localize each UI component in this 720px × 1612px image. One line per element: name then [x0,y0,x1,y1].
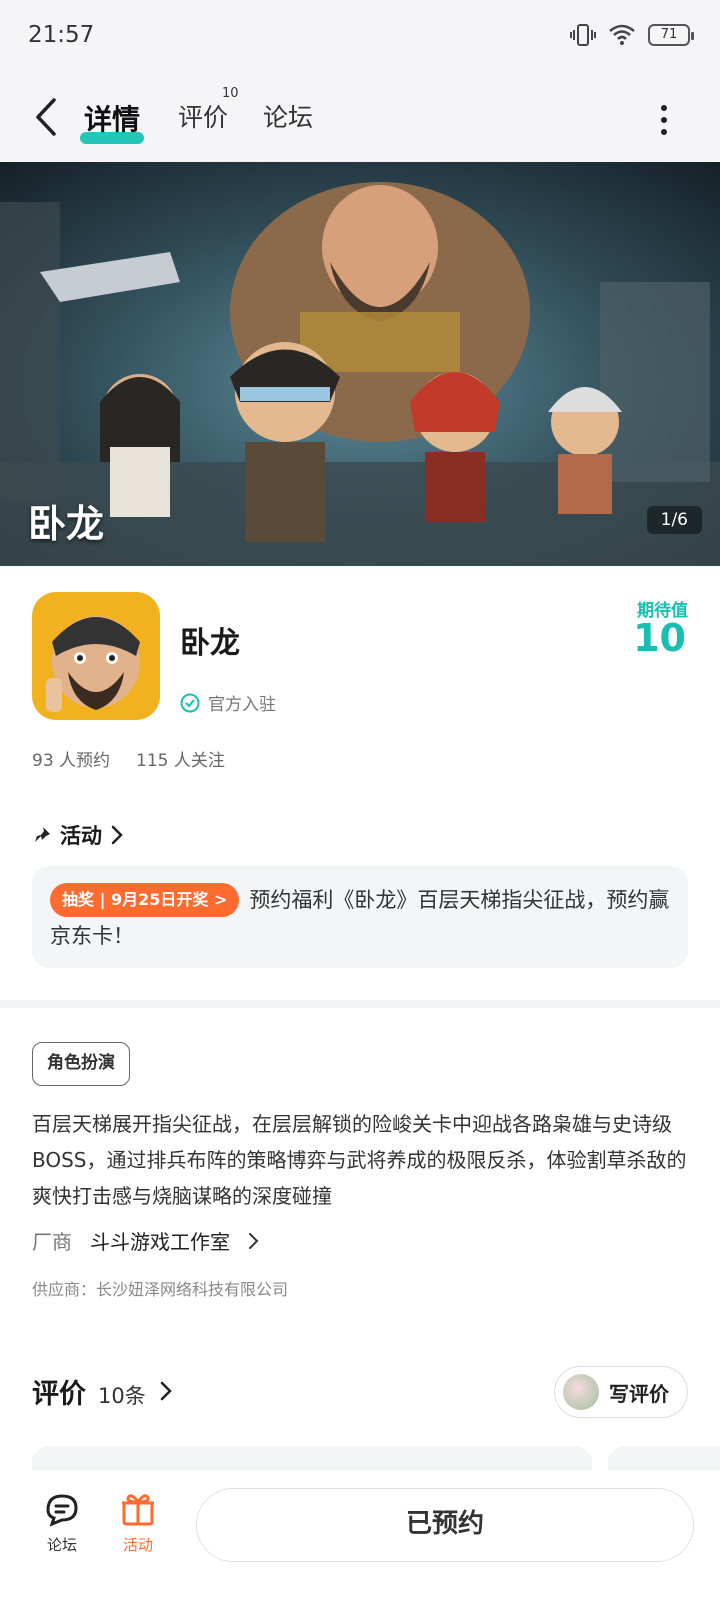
status-bar: 21:57 71 [0,0,720,76]
bottom-forum-button[interactable]: 论坛 [32,1490,92,1555]
app-stats: 93 人预约 115 人关注 [32,746,225,771]
write-review-button[interactable]: 写评价 [554,1366,688,1418]
user-avatar [563,1374,599,1410]
tab-forum[interactable]: 论坛 [263,98,313,134]
vibrate-icon [570,24,596,46]
tab-details[interactable]: 详情 [84,98,140,138]
banner-pager: 1/6 [646,506,702,534]
banner-artwork [0,162,720,566]
bottom-bar: 论坛 活动 已预约 [0,1470,720,1612]
write-review-label: 写评价 [609,1381,669,1406]
game-description: 百层天梯展开指尖征战，在层层解锁的险峻关卡中迎战各路枭雄与史诗级BOSS，通过排… [32,1112,687,1208]
gift-icon [122,1494,154,1526]
reservations-count: 93 人预约 [32,751,111,771]
reviews-title: 评价 [32,1379,86,1410]
chevron-right-icon [111,825,123,845]
pin-icon [35,827,50,842]
bottom-activity-label: 活动 [122,1536,153,1554]
battery-indicator: 71 [648,24,694,46]
tab-reviews-badge: 10 [222,86,239,101]
supplier-info: 供应商：长沙妞泽网络科技有限公司 [32,1280,289,1299]
app-info-section: 卧龙 官方入驻 期待值 10 93 人预约 115 人关注 [0,566,720,806]
verified-label: 官方入驻 [208,695,276,715]
genre-tag[interactable]: 角色扮演 [32,1042,130,1086]
status-icons: 71 [570,22,694,48]
app-icon-artwork [32,592,160,720]
bottom-activity-button[interactable]: 活动 [108,1490,168,1555]
chevron-right-icon [249,1232,259,1249]
activity-header[interactable]: 活动 [32,820,124,850]
more-options-icon[interactable] [658,98,670,142]
top-nav: 详情 评价 10 论坛 [0,76,720,162]
section-divider [0,1000,720,1008]
status-time: 21:57 [28,22,95,48]
chevron-right-icon [160,1381,172,1401]
back-arrow-icon[interactable] [28,92,68,142]
app-name: 卧龙 [180,626,240,661]
wifi-icon [609,24,635,45]
activity-heading: 活动 [60,824,102,848]
activity-card[interactable]: 抽奖 | 9月25日开奖 > 预约福利《卧龙》百层天梯指尖征战，预约赢京东卡！ [32,866,688,968]
expect-value: 10 [633,616,686,660]
game-banner[interactable]: 卧龙 1/6 [0,162,720,566]
followers-count: 115 人关注 [136,751,225,771]
tab-reviews[interactable]: 评价 [178,98,228,134]
reviews-header[interactable]: 评价 10条 [32,1372,174,1411]
banner-title-art: 卧龙 [28,501,105,546]
vendor-name: 斗斗游戏工作室 [90,1230,230,1254]
vendor-label: 厂商 [32,1230,72,1254]
app-icon [32,592,160,720]
reviews-count: 10条 [98,1384,146,1408]
lottery-badge: 抽奖 | 9月25日开奖 > [50,883,240,917]
check-circle-icon [180,693,200,712]
vendor-row[interactable]: 厂商 斗斗游戏工作室 [32,1226,260,1255]
forum-chat-icon [46,1494,78,1527]
reserved-button[interactable]: 已预约 [196,1488,694,1562]
bottom-forum-label: 论坛 [46,1536,77,1554]
verified-badge: 官方入驻 [180,690,276,715]
